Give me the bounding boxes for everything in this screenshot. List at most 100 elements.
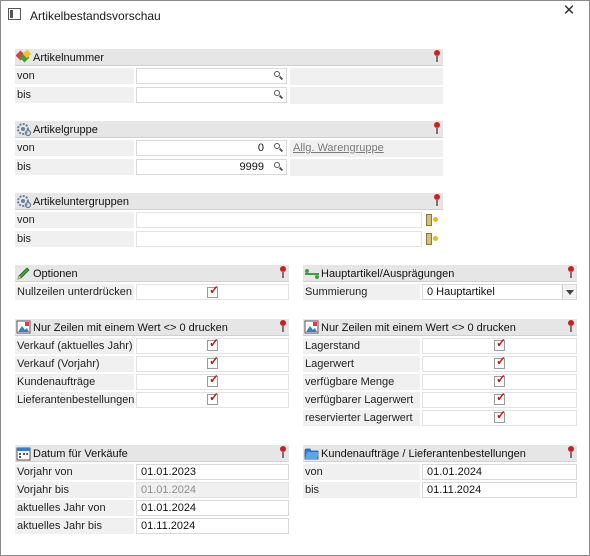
pin-icon[interactable] (567, 446, 575, 458)
checkmark-icon: ✓ (209, 283, 220, 297)
label-verfuegbarer-lagerwert: verfügbarer Lagerwert (303, 392, 420, 409)
chevron-down-icon[interactable] (562, 285, 576, 299)
group-header: Optionen (15, 265, 289, 282)
picture-icon (16, 320, 31, 334)
search-icon[interactable] (274, 162, 284, 172)
lagerstand-checkbox[interactable]: ✓ (494, 336, 507, 351)
group-title: Artikeluntergruppen (33, 196, 130, 208)
artikelgruppe-bis-input[interactable]: 9999 (136, 159, 287, 175)
checkmark-icon: ✓ (496, 336, 507, 350)
label-bis: bis (15, 159, 134, 176)
group-title: Optionen (33, 268, 78, 280)
folder-icon (304, 448, 319, 460)
search-icon[interactable] (274, 90, 284, 100)
app-window-icon (8, 8, 21, 20)
label-vorjahr-bis: Vorjahr bis (15, 482, 134, 499)
label-verkauf-vorjahr: Verkauf (Vorjahr) (15, 356, 134, 373)
label-kundenauftraege: Kundenaufträge (15, 374, 134, 391)
label-bis: bis (15, 231, 134, 248)
checkmark-icon: ✓ (209, 336, 220, 350)
gear-icon (17, 123, 32, 137)
group-title: Nur Zeilen mit einem Wert <> 0 drucken (33, 322, 228, 334)
search-icon[interactable] (274, 71, 284, 81)
verkauf-vorjahr-checkbox[interactable]: ✓ (207, 354, 220, 369)
checkmark-icon: ✓ (496, 408, 507, 422)
label-lagerstand: Lagerstand (303, 338, 420, 355)
group-optionen: Optionen Nullzeilen unterdrücken ✓ (15, 265, 289, 303)
empty-side-cell (290, 159, 443, 176)
untergruppen-von-input[interactable] (136, 212, 422, 228)
group-artikelgruppe: Artikelgruppe von 0 Allg. Warengruppe bi… (15, 121, 443, 179)
aktuelles-jahr-bis-input[interactable]: 01.11.2024 (136, 518, 289, 534)
pin-icon[interactable] (433, 50, 441, 62)
pin-icon[interactable] (279, 320, 287, 332)
checkmark-icon: ✓ (209, 354, 220, 368)
summierung-select[interactable]: 0 Hauptartikel (422, 284, 577, 300)
checkmark-icon: ✓ (496, 390, 507, 404)
empty-side-cell (290, 87, 443, 104)
pin-icon[interactable] (567, 320, 575, 332)
kundenauftraege-checkbox[interactable]: ✓ (207, 372, 220, 387)
warengruppe-cell: Allg. Warengruppe (290, 140, 443, 157)
multi-select-icon[interactable] (424, 232, 440, 246)
article-number-icon (16, 50, 32, 63)
artikelgruppe-von-input[interactable]: 0 (136, 140, 287, 156)
reservierter-lagerwert-checkbox[interactable]: ✓ (494, 408, 507, 423)
pin-icon[interactable] (279, 446, 287, 458)
label-bis: bis (15, 87, 134, 104)
pin-icon[interactable] (567, 266, 575, 278)
group-title: Artikelnummer (33, 52, 104, 64)
empty-side-cell (290, 68, 443, 85)
label-aktuelles-jahr-von: aktuelles Jahr von (15, 500, 134, 517)
label-vorjahr-von: Vorjahr von (15, 464, 134, 481)
label-verfuegbare-menge: verfügbare Menge (303, 374, 420, 391)
lieferantenbestellungen-checkbox[interactable]: ✓ (207, 391, 219, 405)
group-title: Artikelgruppe (33, 124, 98, 136)
calendar-icon (16, 447, 31, 461)
label-von: von (15, 68, 134, 85)
label-bis: bis (303, 482, 420, 499)
group-hauptartikel: Hauptartikel/Ausprägungen Summierung 0 H… (303, 265, 577, 303)
group-title: Hauptartikel/Ausprägungen (321, 268, 455, 280)
group-header: Datum für Verkäufe (15, 445, 289, 462)
verfuegbarer-lagerwert-checkbox[interactable]: ✓ (494, 390, 507, 405)
group-header: Nur Zeilen mit einem Wert <> 0 drucken (15, 319, 289, 336)
multi-select-icon[interactable] (424, 213, 440, 227)
pin-icon[interactable] (433, 122, 441, 134)
label-verkauf-aktuell: Verkauf (aktuelles Jahr) (15, 338, 134, 355)
untergruppen-bis-input[interactable] (136, 231, 422, 247)
kundenauftraege-bis-input[interactable]: 01.11.2024 (422, 482, 577, 498)
picture-icon (304, 320, 319, 334)
group-nur-zeilen-lager: Nur Zeilen mit einem Wert <> 0 drucken L… (303, 319, 577, 429)
group-header: Artikeluntergruppen (15, 193, 443, 210)
vorjahr-bis-input: 01.01.2024 (136, 482, 289, 498)
aktuelles-jahr-von-input[interactable]: 01.01.2024 (136, 500, 289, 516)
label-von: von (15, 212, 134, 229)
window-title: Artikelbestandsvorschau (30, 9, 161, 23)
label-von: von (303, 464, 420, 481)
summierung-value: 0 Hauptartikel (427, 286, 495, 298)
kundenauftraege-von-input[interactable]: 01.01.2024 (422, 464, 577, 480)
artikelnummer-von-input[interactable] (136, 68, 287, 84)
group-datum-verkaeufe: Datum für Verkäufe Vorjahr von 01.01.202… (15, 445, 289, 537)
nullzeilen-checkbox[interactable]: ✓ (207, 283, 220, 298)
verfuegbare-menge-checkbox[interactable]: ✓ (494, 372, 507, 387)
close-button[interactable]: ✕ (549, 1, 589, 23)
lagerwert-checkbox[interactable]: ✓ (494, 354, 507, 369)
group-header: Artikelgruppe (15, 121, 443, 138)
artikelnummer-bis-input[interactable] (136, 87, 287, 103)
label-lieferantenbestellungen: Lieferantenbestellungen (15, 392, 134, 409)
checkmark-icon: ✓ (496, 372, 507, 386)
verkauf-aktuell-checkbox[interactable]: ✓ (207, 336, 220, 351)
group-title: Datum für Verkäufe (33, 448, 128, 460)
group-header: Artikelnummer (15, 49, 443, 66)
pin-icon[interactable] (279, 266, 287, 278)
label-nullzeilen: Nullzeilen unterdrücken (15, 284, 134, 301)
checkmark-icon: ✓ (209, 372, 220, 386)
pin-icon[interactable] (433, 194, 441, 206)
checkmark-icon: ✓ (496, 354, 507, 368)
warengruppe-link[interactable]: Allg. Warengruppe (293, 142, 384, 154)
search-icon[interactable] (274, 143, 284, 153)
label-reservierter-lagerwert: reservierter Lagerwert (303, 410, 420, 427)
vorjahr-von-input[interactable]: 01.01.2023 (136, 464, 289, 480)
